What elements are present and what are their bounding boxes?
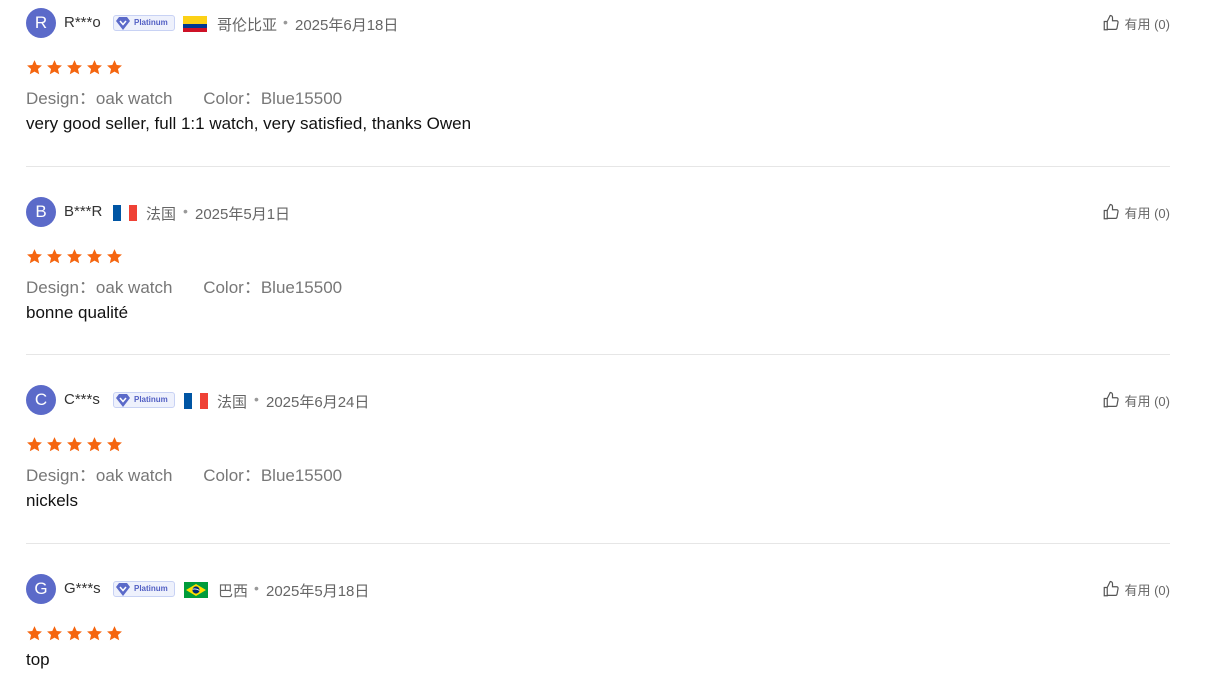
- separator-dot: •: [183, 203, 188, 219]
- star-icon: [27, 626, 42, 641]
- review-item: G G***s Platinum 巴西 • 2025年5月18日 有用 (0) …: [26, 574, 1170, 669]
- helpful-label: 有用 (0): [1124, 393, 1170, 409]
- star-icon: [107, 626, 122, 641]
- reviewer-name: G***s: [64, 580, 101, 597]
- helpful-button[interactable]: 有用 (0): [1102, 12, 1170, 34]
- reviewer-country: 哥伦比亚: [217, 17, 278, 34]
- helpful-button[interactable]: 有用 (0): [1102, 389, 1170, 411]
- design-label: Design：: [26, 278, 96, 297]
- avatar: B: [26, 197, 56, 227]
- review-date: 2025年5月18日: [266, 583, 370, 600]
- separator-dot: •: [254, 391, 259, 407]
- divider: [26, 543, 1170, 544]
- france-flag-icon: [113, 205, 137, 221]
- color-label: Color：: [203, 89, 261, 108]
- review-date: 2025年6月24日: [266, 394, 370, 411]
- star-icon: [87, 60, 102, 75]
- design-value: oak watch: [95, 466, 173, 485]
- diamond-icon: [116, 394, 130, 407]
- reviewer-country: 法国: [217, 394, 248, 411]
- color-label: Color：: [203, 466, 261, 485]
- reviewer-country: 巴西: [218, 583, 249, 600]
- review-header: G G***s Platinum 巴西 • 2025年5月18日 有用 (0): [26, 574, 1170, 604]
- review-item: R R***o Platinum 哥伦比亚 • 2025年6月18日 有用 (0…: [26, 8, 1170, 133]
- review-date: 2025年5月1日: [195, 206, 291, 223]
- helpful-label: 有用 (0): [1124, 205, 1170, 221]
- colombia-flag-icon: [183, 16, 207, 32]
- reviewer-name: C***s: [64, 391, 100, 408]
- star-icon: [47, 249, 62, 264]
- product-attributes: Design：oak watch Color：Blue15500: [26, 461, 368, 486]
- helpful-button[interactable]: 有用 (0): [1102, 578, 1170, 600]
- star-icon: [27, 437, 42, 452]
- star-icon: [107, 249, 122, 264]
- star-icon: [107, 437, 122, 452]
- star-rating: [26, 248, 123, 265]
- separator-dot: •: [283, 14, 288, 30]
- thumbs-up-icon: [1104, 14, 1120, 31]
- avatar: R: [26, 8, 56, 38]
- review-item: B B***R 法国 • 2025年5月1日 有用 (0) Design：oak…: [26, 197, 1170, 322]
- star-icon: [67, 437, 82, 452]
- design-value: oak watch: [95, 89, 173, 108]
- star-icon: [67, 626, 82, 641]
- platinum-badge: Platinum: [113, 581, 175, 597]
- product-attributes: Design：oak watch Color：Blue15500: [26, 273, 368, 298]
- product-attributes: Design：oak watch Color：Blue15500: [26, 84, 368, 109]
- review-header: R R***o Platinum 哥伦比亚 • 2025年6月18日 有用 (0…: [26, 8, 1170, 38]
- design-label: Design：: [26, 89, 96, 108]
- review-text: very good seller, full 1:1 watch, very s…: [26, 114, 472, 133]
- star-rating: [26, 436, 123, 453]
- brazil-flag-icon: [184, 582, 208, 598]
- platinum-badge: Platinum: [113, 15, 175, 31]
- design-value: oak watch: [95, 278, 173, 297]
- star-icon: [27, 249, 42, 264]
- color-value: Blue15500: [260, 278, 343, 297]
- avatar: C: [26, 385, 56, 415]
- color-label: Color：: [203, 278, 261, 297]
- star-icon: [107, 60, 122, 75]
- divider: [26, 354, 1170, 355]
- helpful-label: 有用 (0): [1124, 16, 1170, 32]
- diamond-icon: [116, 17, 130, 30]
- review-header: B B***R 法国 • 2025年5月1日 有用 (0): [26, 197, 1170, 227]
- review-text: bonne qualité: [26, 303, 129, 322]
- star-icon: [67, 60, 82, 75]
- reviewer-name: R***o: [64, 14, 101, 31]
- thumbs-up-icon: [1104, 580, 1120, 597]
- thumbs-up-icon: [1104, 203, 1120, 220]
- platinum-badge: Platinum: [113, 392, 175, 408]
- star-rating: [26, 625, 123, 642]
- helpful-label: 有用 (0): [1124, 582, 1170, 598]
- review-header: C C***s Platinum 法国 • 2025年6月24日 有用 (0): [26, 385, 1170, 415]
- helpful-button[interactable]: 有用 (0): [1102, 201, 1170, 223]
- reviewer-name: B***R: [64, 203, 103, 220]
- star-icon: [47, 626, 62, 641]
- avatar: G: [26, 574, 56, 604]
- star-icon: [47, 60, 62, 75]
- review-text: top: [26, 650, 50, 669]
- review-text: nickels: [26, 491, 78, 510]
- color-value: Blue15500: [260, 466, 343, 485]
- color-value: Blue15500: [260, 89, 343, 108]
- reviewer-country: 法国: [146, 206, 177, 223]
- star-icon: [87, 437, 102, 452]
- france-flag-icon: [184, 393, 208, 409]
- star-icon: [67, 249, 82, 264]
- design-label: Design：: [26, 466, 96, 485]
- star-rating: [26, 59, 123, 76]
- separator-dot: •: [254, 580, 259, 596]
- star-icon: [87, 626, 102, 641]
- divider: [26, 166, 1170, 167]
- diamond-icon: [116, 583, 130, 596]
- review-item: C C***s Platinum 法国 • 2025年6月24日 有用 (0) …: [26, 385, 1170, 510]
- thumbs-up-icon: [1104, 391, 1120, 408]
- star-icon: [47, 437, 62, 452]
- star-icon: [27, 60, 42, 75]
- star-icon: [87, 249, 102, 264]
- review-date: 2025年6月18日: [295, 17, 399, 34]
